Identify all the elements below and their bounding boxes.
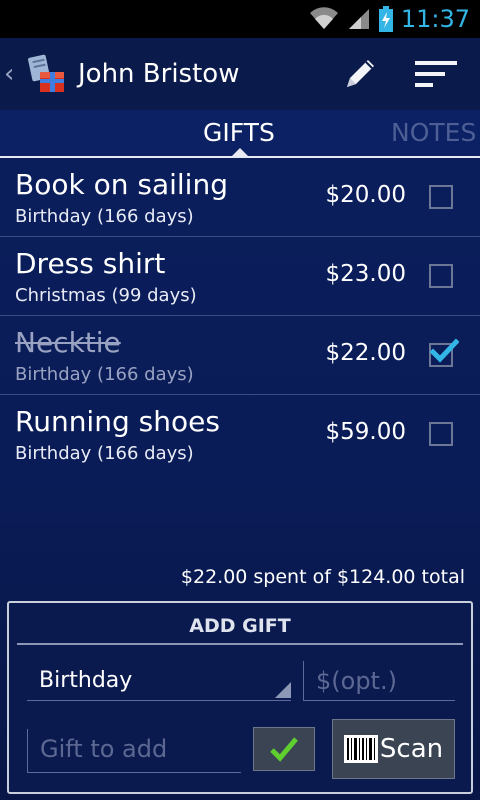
gift-name-input[interactable]: Gift to add	[27, 729, 241, 773]
scan-button-label: Scan	[379, 734, 444, 764]
gift-name: Running shoes	[15, 405, 220, 438]
gift-occasion: Christmas (99 days)	[15, 285, 197, 306]
purchased-checkbox[interactable]	[429, 185, 453, 209]
status-bar: 11:37	[0, 0, 480, 38]
tab-bar: GIFTS NOTES	[0, 110, 480, 158]
page-title: John Bristow	[78, 59, 240, 89]
list-item[interactable]: Necktie Birthday (166 days) $22.00	[0, 316, 480, 395]
confirm-add-button[interactable]	[253, 727, 315, 771]
chevron-left-icon[interactable]: ‹	[4, 59, 18, 89]
list-item[interactable]: Dress shirt Christmas (99 days) $23.00	[0, 237, 480, 316]
purchased-checkbox[interactable]	[429, 422, 453, 446]
add-gift-title: ADD GIFT	[189, 615, 291, 637]
tab-indicator	[231, 148, 249, 157]
price-field[interactable]: $(opt.)	[303, 661, 455, 701]
gift-occasion: Birthday (166 days)	[15, 364, 194, 385]
spending-summary: $22.00 spent of $124.00 total	[180, 566, 465, 588]
gift-name-placeholder: Gift to add	[40, 735, 168, 763]
gift-price: $59.00	[325, 419, 406, 445]
sort-icon	[415, 61, 457, 87]
price-placeholder: $(opt.)	[316, 667, 397, 695]
gift-name: Dress shirt	[15, 247, 166, 280]
gift-name: Necktie	[15, 326, 121, 359]
gift-price: $20.00	[325, 182, 406, 208]
occasion-select-value: Birthday	[39, 668, 133, 693]
gift-occasion: Birthday (166 days)	[15, 443, 194, 464]
gift-occasion: Birthday (166 days)	[15, 206, 194, 227]
pencil-icon	[347, 60, 374, 87]
wifi-icon	[309, 7, 338, 29]
tab-gifts[interactable]: GIFTS	[203, 118, 275, 147]
signal-icon	[348, 9, 369, 29]
purchased-checkbox[interactable]	[429, 264, 453, 288]
tab-notes[interactable]: NOTES	[391, 118, 476, 147]
clock: 11:37	[400, 5, 470, 33]
action-bar: ‹ John Bristow	[0, 38, 480, 110]
gift-price: $22.00	[325, 340, 406, 366]
add-gift-panel: ADD GIFT Birthday $(opt.) Gift to add Sc…	[7, 601, 473, 794]
edit-button[interactable]	[328, 38, 392, 110]
gift-list-icon[interactable]	[24, 52, 68, 96]
divider	[17, 643, 463, 645]
barcode-icon	[343, 735, 378, 763]
occasion-select[interactable]: Birthday	[27, 661, 291, 701]
dropdown-arrow-icon	[275, 682, 291, 698]
checkmark-icon	[270, 737, 298, 762]
checkmark-icon	[429, 338, 459, 363]
sort-button[interactable]	[404, 38, 468, 110]
gift-name: Book on sailing	[15, 168, 228, 201]
list-item[interactable]: Running shoes Birthday (166 days) $59.00	[0, 395, 480, 474]
purchased-checkbox[interactable]	[429, 338, 459, 367]
list-item[interactable]: Book on sailing Birthday (166 days) $20.…	[0, 158, 480, 237]
scan-button[interactable]: Scan	[332, 719, 455, 779]
battery-charging-icon	[378, 6, 393, 32]
gift-list: Book on sailing Birthday (166 days) $20.…	[0, 158, 480, 474]
gift-price: $23.00	[325, 261, 406, 287]
